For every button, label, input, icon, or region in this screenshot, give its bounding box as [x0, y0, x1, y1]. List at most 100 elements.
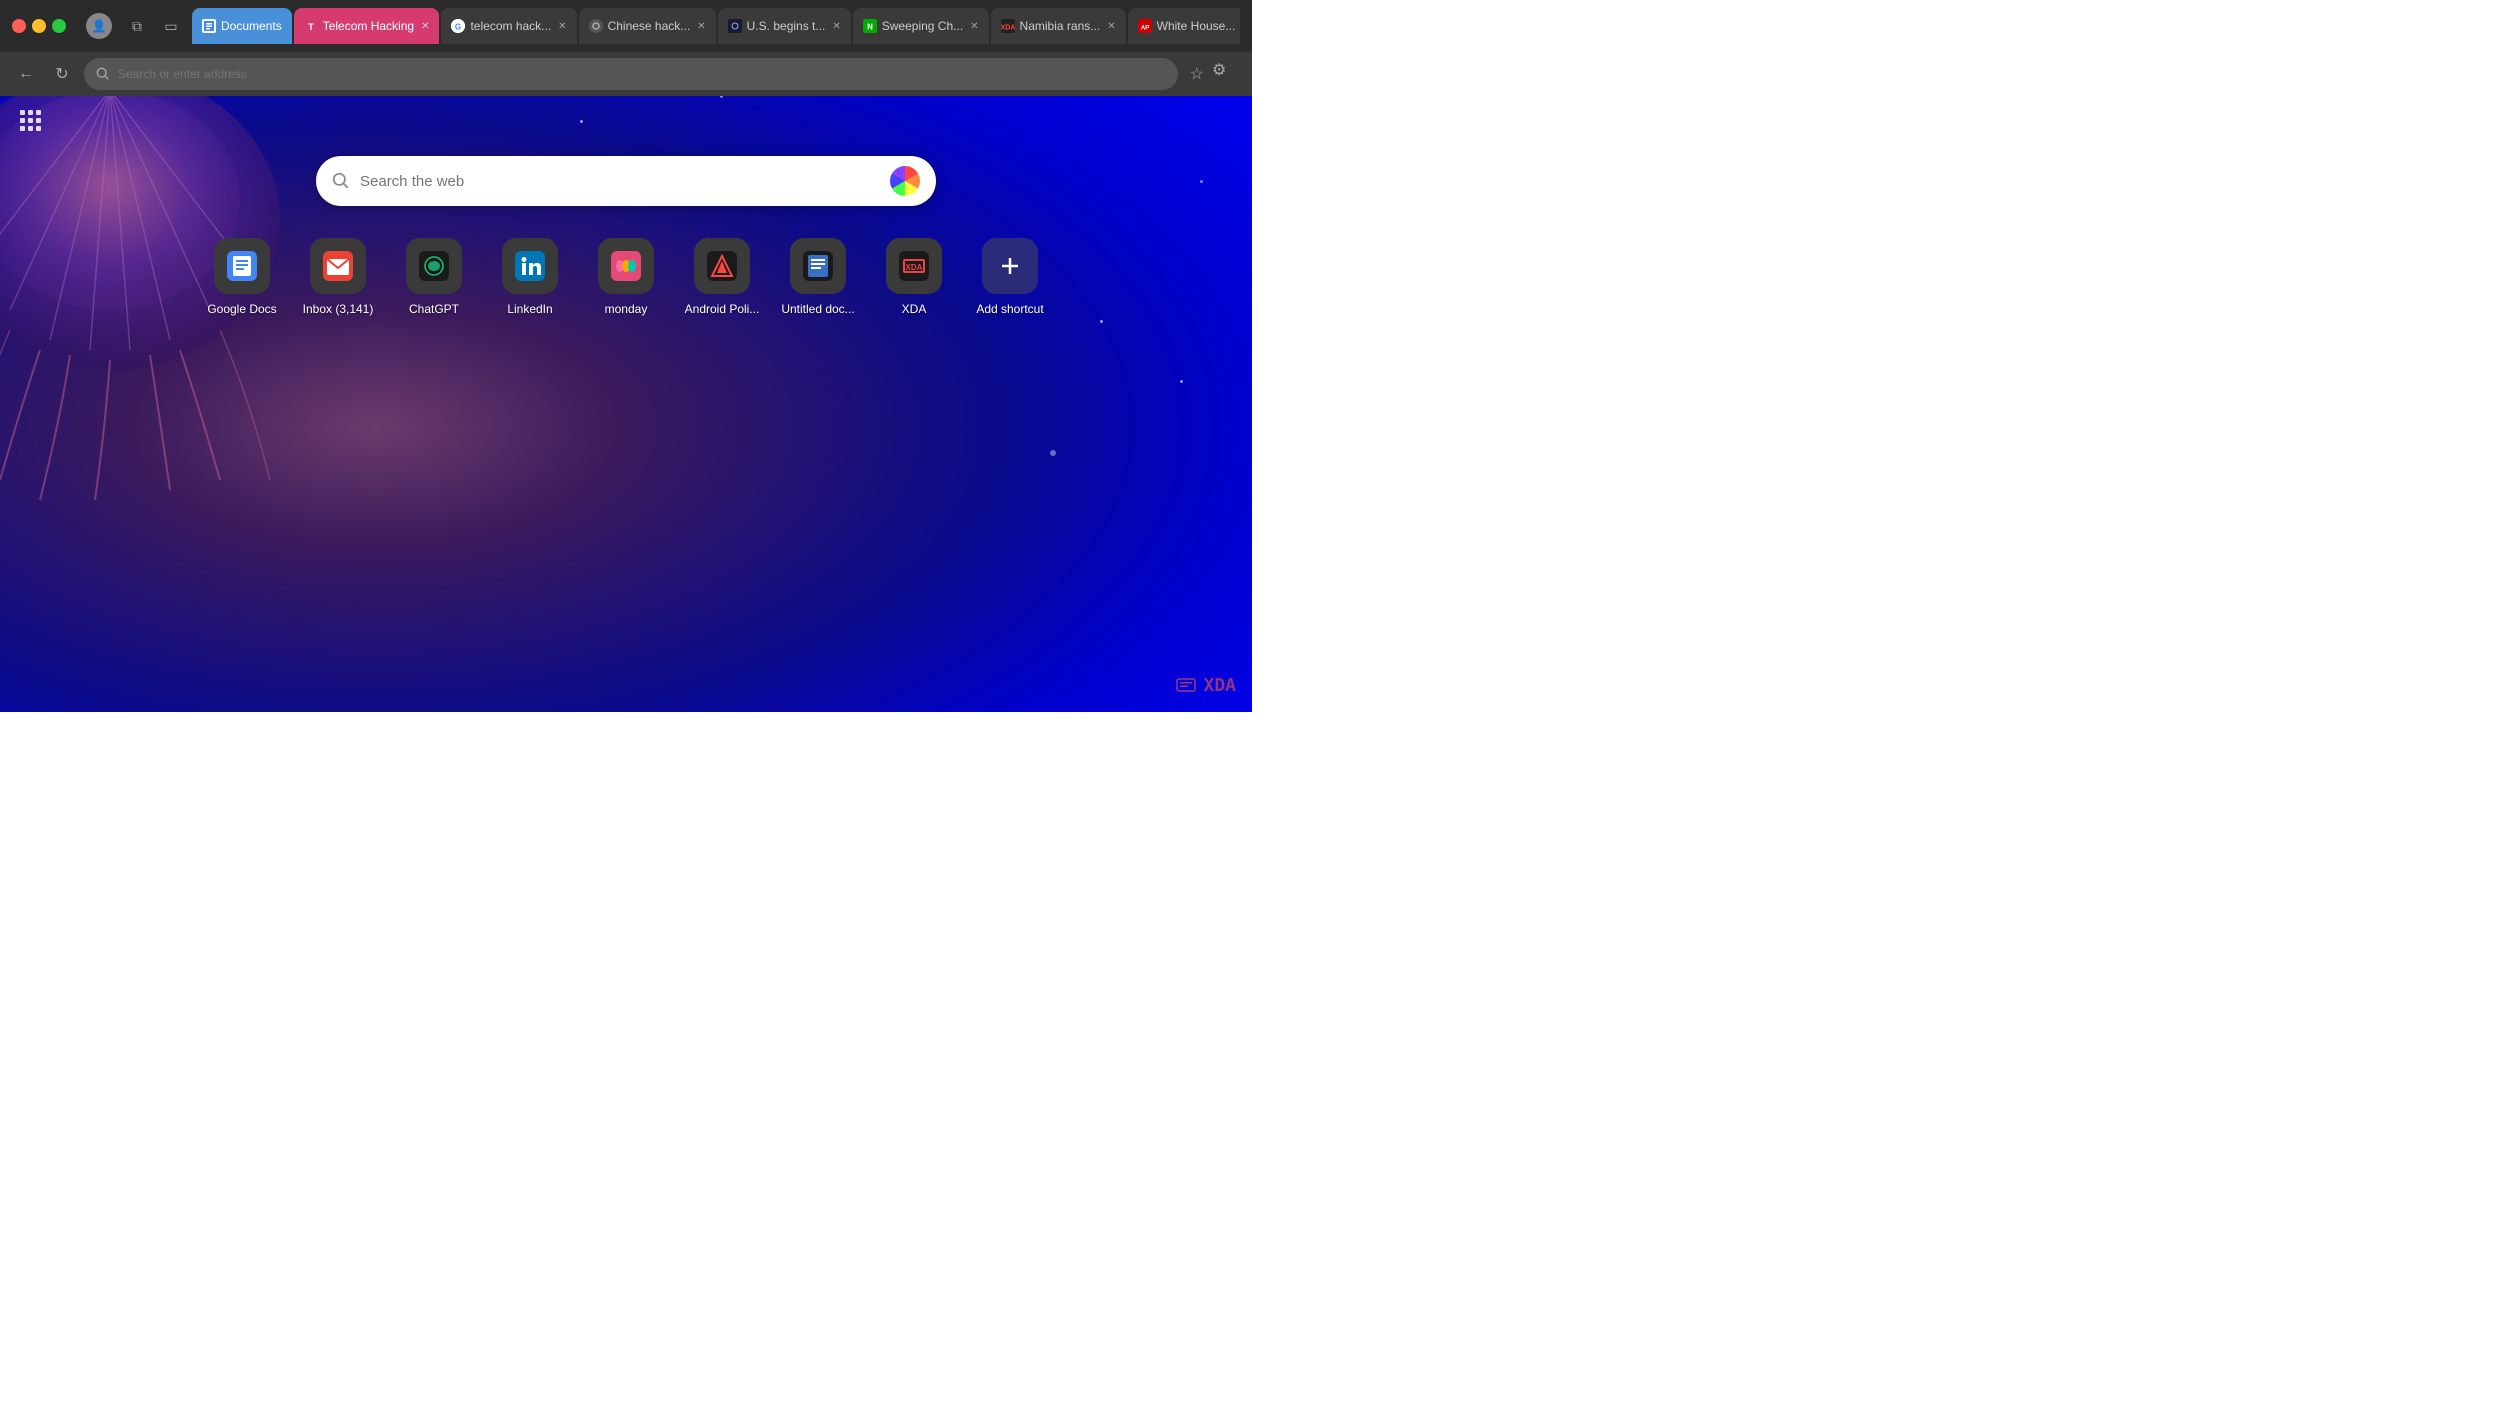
- shortcut-label-android-police: Android Poli...: [685, 302, 760, 316]
- xda-watermark: XDA: [1175, 674, 1236, 696]
- svg-text:T: T: [308, 22, 314, 32]
- search-container: [316, 156, 936, 206]
- grid-icon: [20, 110, 41, 131]
- grid-dot: [28, 126, 33, 131]
- tab-close-nbc[interactable]: ✕: [970, 21, 978, 32]
- tab-label-whitehouse: White House...: [1157, 19, 1236, 33]
- svg-text:N: N: [867, 23, 873, 32]
- monday-icon: [611, 251, 641, 281]
- grid-dot: [36, 126, 41, 131]
- close-button[interactable]: [12, 19, 26, 33]
- url-input[interactable]: [118, 67, 1166, 81]
- shortcut-label-untitled: Untitled doc...: [781, 302, 854, 316]
- shortcut-google-docs[interactable]: Google Docs: [202, 238, 282, 316]
- chatgpt-icon: [419, 251, 449, 281]
- svg-text:XDA: XDA: [906, 263, 923, 272]
- inbox-icon: [323, 251, 353, 281]
- tab-favicon-telecom: T: [304, 19, 318, 33]
- tab-favicon-namibia: XDA: [1001, 19, 1015, 33]
- tab-favicon-chinese: [589, 19, 603, 33]
- add-shortcut-icon: [995, 251, 1025, 281]
- tab-google-telecom[interactable]: G telecom hack... ✕: [441, 8, 576, 44]
- grid-dot: [20, 126, 25, 131]
- svg-text:XDA: XDA: [1001, 25, 1015, 32]
- grid-dot: [28, 110, 33, 115]
- tab-close-telecom[interactable]: ✕: [421, 21, 429, 32]
- tab-label-nbc: Sweeping Ch...: [882, 19, 963, 33]
- search-bar[interactable]: [316, 156, 936, 206]
- shortcut-chatgpt[interactable]: ChatGPT: [394, 238, 474, 316]
- main-area: Google Docs Inbox (3,141): [0, 96, 1252, 712]
- tab-chinese-hack[interactable]: Chinese hack... ✕: [579, 8, 716, 44]
- search-icon: [96, 67, 110, 81]
- minimize-button[interactable]: [32, 19, 46, 33]
- address-bar[interactable]: [84, 58, 1178, 90]
- tab-whitehouse[interactable]: AP White House... ✕: [1128, 8, 1240, 44]
- search-input[interactable]: [360, 173, 880, 190]
- svg-text:G: G: [455, 23, 461, 32]
- tab-label-google: telecom hack...: [470, 19, 551, 33]
- linkedin-icon: [515, 251, 545, 281]
- brave-logo: [890, 166, 920, 196]
- tab-close-us[interactable]: ✕: [832, 21, 840, 32]
- docs-icon: [227, 251, 257, 281]
- tab-label-documents: Documents: [221, 19, 282, 33]
- tab-close-chinese[interactable]: ✕: [697, 21, 705, 32]
- xda-watermark-text: XDA: [1203, 675, 1236, 696]
- settings-button[interactable]: ⚙: [1212, 60, 1240, 88]
- shortcut-add[interactable]: Add shortcut: [970, 238, 1050, 316]
- shortcut-label-inbox: Inbox (3,141): [303, 302, 374, 316]
- avatar[interactable]: 👤: [86, 13, 112, 39]
- shortcut-inbox[interactable]: Inbox (3,141): [298, 238, 378, 316]
- apps-grid-button[interactable]: [20, 110, 41, 131]
- grid-dot: [28, 118, 33, 123]
- shortcut-android-police[interactable]: Android Poli...: [682, 238, 762, 316]
- tab-manager-icon[interactable]: ⧉: [124, 13, 150, 39]
- tab-favicon-us: [728, 19, 742, 33]
- tab-nbc[interactable]: N Sweeping Ch... ✕: [853, 8, 989, 44]
- shortcut-untitled-doc[interactable]: Untitled doc...: [778, 238, 858, 316]
- grid-dot: [20, 118, 25, 123]
- toolbar: ← ↻ ☆ ⚙: [0, 52, 1252, 96]
- shortcut-xda[interactable]: XDA XDA: [874, 238, 954, 316]
- shortcut-label-chatgpt: ChatGPT: [409, 302, 459, 316]
- grid-dot: [36, 110, 41, 115]
- xda-icon: XDA: [899, 251, 929, 281]
- tab-label-namibia: Namibia rans...: [1020, 19, 1101, 33]
- tab-telecom-hacking[interactable]: T Telecom Hacking ✕: [294, 8, 440, 44]
- traffic-lights: [12, 19, 66, 33]
- shortcut-label-add: Add shortcut: [976, 302, 1043, 316]
- grid-dot: [36, 118, 41, 123]
- sidebar-toggle[interactable]: ▭: [158, 13, 184, 39]
- bookmark-button[interactable]: ☆: [1190, 64, 1204, 84]
- new-tab-content: Google Docs Inbox (3,141): [0, 96, 1252, 316]
- shortcuts-row: Google Docs Inbox (3,141): [202, 238, 1050, 316]
- tab-close-google[interactable]: ✕: [558, 21, 566, 32]
- shortcut-label-linkedin: LinkedIn: [507, 302, 552, 316]
- back-button[interactable]: ←: [12, 60, 40, 88]
- grid-dot: [20, 110, 25, 115]
- search-bar-icon: [332, 172, 350, 190]
- shortcut-label-xda: XDA: [902, 302, 927, 316]
- svg-text:AP: AP: [1140, 26, 1148, 32]
- tab-namibia[interactable]: XDA Namibia rans... ✕: [991, 8, 1126, 44]
- tab-favicon-documents: [202, 19, 216, 33]
- tab-strip: Documents T Telecom Hacking ✕ G telecom …: [192, 8, 1240, 44]
- reload-button[interactable]: ↻: [48, 60, 76, 88]
- shortcut-monday[interactable]: monday: [586, 238, 666, 316]
- fullscreen-button[interactable]: [52, 19, 66, 33]
- tab-us[interactable]: U.S. begins t... ✕: [718, 8, 851, 44]
- tab-documents[interactable]: Documents: [192, 8, 292, 44]
- tab-label-chinese: Chinese hack...: [608, 19, 691, 33]
- tab-label-telecom: Telecom Hacking: [323, 19, 414, 33]
- shortcut-linkedin[interactable]: LinkedIn: [490, 238, 570, 316]
- shortcut-label-monday: monday: [605, 302, 648, 316]
- xda-watermark-icon: [1175, 674, 1197, 696]
- androidpoli-icon: [707, 251, 737, 281]
- shortcut-label-google-docs: Google Docs: [207, 302, 276, 316]
- tab-favicon-google: G: [451, 19, 465, 33]
- tab-close-namibia[interactable]: ✕: [1107, 21, 1115, 32]
- untitled-icon: [803, 251, 833, 281]
- tab-favicon-nbc: N: [863, 19, 877, 33]
- tab-favicon-whitehouse: AP: [1138, 19, 1152, 33]
